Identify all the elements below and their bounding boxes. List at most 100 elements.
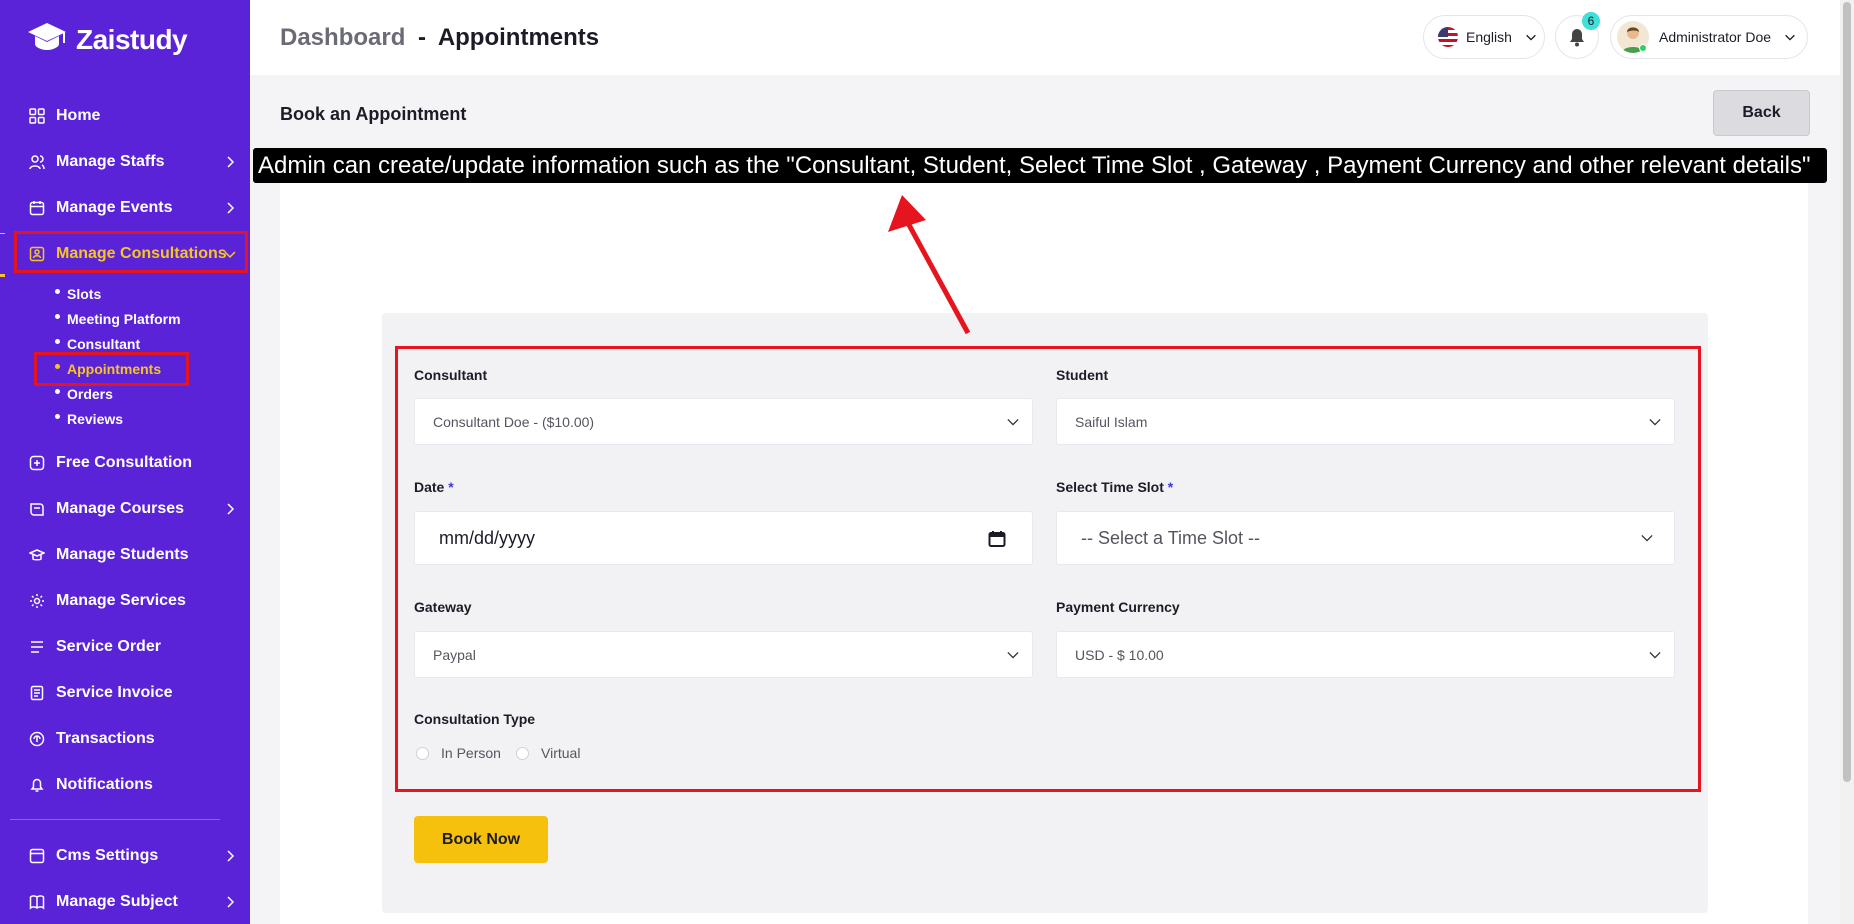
sidebar-item-label: Notifications: [56, 776, 153, 793]
us-flag-icon: [1438, 27, 1458, 47]
radio-label: Virtual: [541, 745, 581, 761]
sidebar-item-label: Cms Settings: [56, 847, 159, 864]
language-selector[interactable]: English: [1423, 15, 1545, 59]
currency-label: Payment Currency: [1056, 599, 1180, 615]
free-consult-icon: [28, 454, 46, 472]
chevron-right-icon: [227, 202, 235, 214]
student-select[interactable]: Saiful Islam: [1056, 398, 1675, 445]
timeslot-select[interactable]: -- Select a Time Slot --: [1056, 511, 1675, 565]
sidebar-divider: [10, 819, 220, 820]
submenu-item-slots[interactable]: Slots: [55, 286, 101, 302]
radio-in-person[interactable]: In Person: [416, 745, 501, 761]
consultant-label: Consultant: [414, 367, 488, 383]
top-header: Dashboard - Appointments English 6 Admin…: [250, 0, 1840, 75]
notifications-button[interactable]: 6: [1555, 12, 1600, 59]
sidebar-item-label: Manage Students: [56, 546, 189, 563]
chevron-right-icon: [227, 156, 235, 168]
sidebar-item-label: Manage Subject: [56, 893, 178, 910]
radio-circle[interactable]: [516, 746, 529, 760]
book-icon: [28, 893, 46, 911]
chevron-right-icon: [227, 896, 235, 908]
submenu-item-reviews[interactable]: Reviews: [55, 411, 123, 427]
date-input[interactable]: mm/dd/yyyy: [414, 511, 1033, 565]
scrollbar-thumb[interactable]: [1843, 2, 1851, 782]
submenu-item-label: Slots: [67, 286, 102, 302]
chevron-right-icon: [227, 503, 235, 515]
sidebar-item-notifications[interactable]: Notifications: [0, 765, 250, 805]
calendar-icon: [28, 199, 46, 217]
sidebar: Zaistudy Home Manage Staffs Manage Event…: [0, 0, 250, 924]
bullet-icon: [55, 413, 60, 419]
sidebar-item-cms-settings[interactable]: Cms Settings: [0, 836, 250, 876]
bullet-icon: [55, 388, 60, 394]
date-placeholder: mm/dd/yyyy: [439, 527, 536, 548]
breadcrumb: Dashboard - Appointments: [280, 24, 599, 52]
date-label-text: Date: [414, 479, 445, 495]
chevron-down-icon: [1007, 651, 1019, 658]
breadcrumb-current: Appointments: [437, 24, 600, 51]
sidebar-item-label: Manage Services: [56, 592, 186, 609]
chevron-down-icon: [1785, 34, 1795, 41]
app-logo[interactable]: Zaistudy: [26, 20, 188, 59]
notification-count-badge: 6: [1582, 12, 1600, 30]
book-now-button[interactable]: Book Now: [414, 816, 548, 863]
sidebar-item-label: Manage Staffs: [56, 153, 165, 170]
language-label: English: [1466, 29, 1512, 45]
graduation-cap-icon: [26, 20, 68, 59]
transactions-icon: [28, 730, 46, 748]
chevron-down-icon: [1649, 651, 1661, 658]
back-button[interactable]: Back: [1713, 90, 1810, 136]
chevron-down-icon: [1649, 418, 1661, 425]
timeslot-label-text: Select Time Slot: [1056, 479, 1164, 495]
users-icon: [28, 153, 46, 171]
radio-circle[interactable]: [416, 746, 429, 760]
submenu-item-label: Meeting Platform: [67, 311, 181, 327]
order-icon: [28, 638, 46, 656]
consultant-value: Consultant Doe - ($10.00): [433, 413, 595, 430]
grid-icon: [28, 107, 46, 125]
services-icon: [28, 592, 46, 610]
sidebar-item-free-consultation[interactable]: Free Consultation: [0, 443, 250, 483]
user-menu[interactable]: Administrator Doe: [1610, 15, 1808, 59]
sidebar-item-manage-subject[interactable]: Manage Subject: [0, 882, 250, 922]
sidebar-item-manage-staffs[interactable]: Manage Staffs: [0, 142, 250, 182]
sidebar-item-manage-students[interactable]: Manage Students: [0, 535, 250, 575]
sidebar-item-manage-courses[interactable]: Manage Courses: [0, 489, 250, 529]
submenu-item-orders[interactable]: Orders: [55, 386, 113, 402]
submenu-item-meeting-platform[interactable]: Meeting Platform: [55, 311, 181, 327]
gateway-select[interactable]: Paypal: [414, 631, 1033, 678]
date-label: Date *: [414, 479, 454, 495]
submenu-item-label: Consultant: [67, 336, 141, 352]
sidebar-item-home[interactable]: Home: [0, 96, 250, 136]
required-mark: *: [1167, 479, 1174, 495]
required-mark: *: [448, 479, 454, 495]
highlight-box-consultations: [14, 231, 248, 273]
breadcrumb-root[interactable]: Dashboard: [280, 24, 405, 51]
bell-icon: [28, 776, 46, 794]
sidebar-item-manage-events[interactable]: Manage Events: [0, 188, 250, 228]
page-title: Book an Appointment: [280, 104, 467, 124]
radio-virtual[interactable]: Virtual: [516, 745, 580, 761]
user-name: Administrator Doe: [1659, 29, 1772, 45]
annotation-callout: Admin can create/update information such…: [253, 148, 1827, 183]
currency-value: USD - $ 10.00: [1075, 646, 1164, 663]
consultant-select[interactable]: Consultant Doe - ($10.00): [414, 398, 1033, 445]
currency-select[interactable]: USD - $ 10.00: [1056, 631, 1675, 678]
sidebar-item-manage-services[interactable]: Manage Services: [0, 581, 250, 621]
submenu-item-consultant[interactable]: Consultant: [55, 336, 140, 352]
calendar-icon[interactable]: [988, 530, 1006, 548]
chevron-down-icon: [1526, 34, 1536, 41]
sidebar-item-label: Free Consultation: [56, 454, 193, 471]
sidebar-item-service-order[interactable]: Service Order: [0, 627, 250, 667]
bullet-icon: [55, 288, 60, 294]
sidebar-item-transactions[interactable]: Transactions: [0, 719, 250, 759]
annotation-arrow-icon: [888, 195, 971, 335]
submenu-item-label: Reviews: [67, 411, 124, 427]
radio-label: In Person: [441, 745, 501, 761]
sidebar-item-label: Transactions: [56, 730, 155, 747]
sidebar-item-service-invoice[interactable]: Service Invoice: [0, 673, 250, 713]
chevron-right-icon: [227, 850, 235, 862]
gateway-label: Gateway: [414, 599, 472, 615]
consultation-type-label: Consultation Type: [414, 711, 536, 727]
chevron-down-icon: [1007, 418, 1019, 425]
